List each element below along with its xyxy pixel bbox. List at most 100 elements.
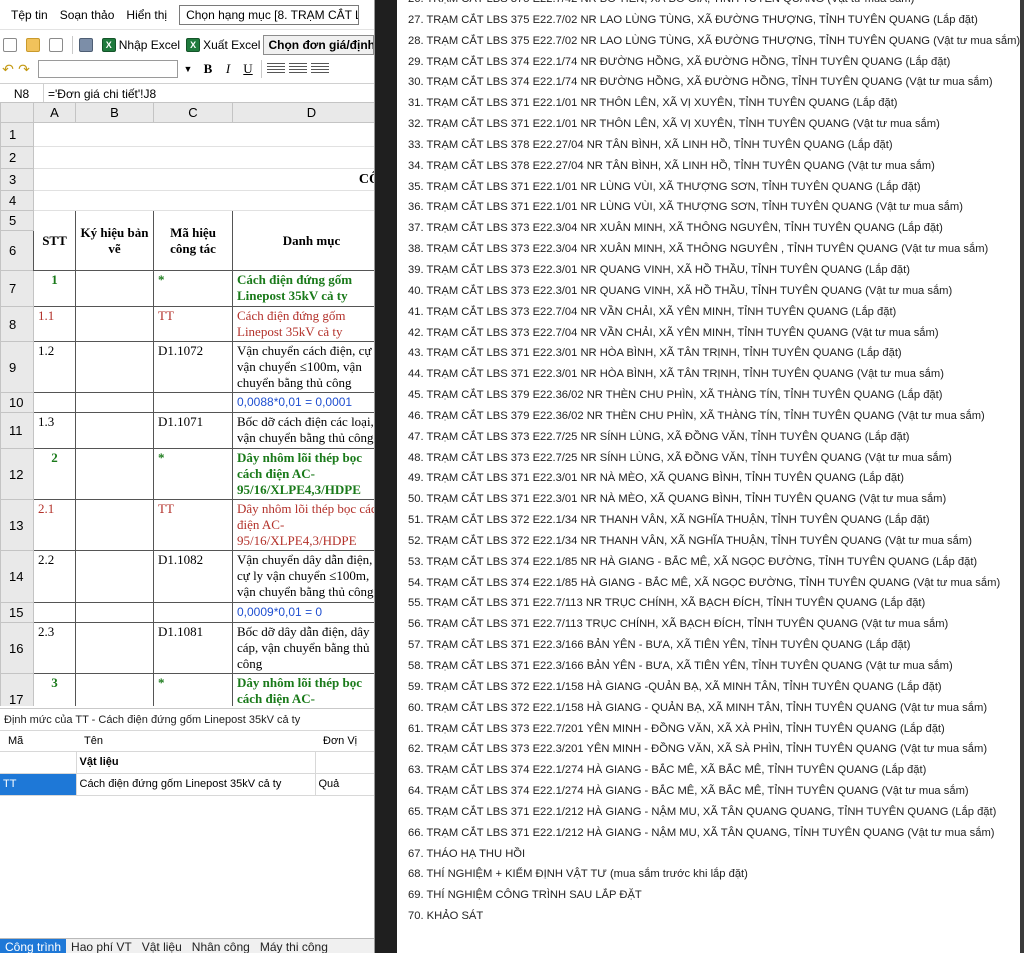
cell-item[interactable]: Bốc dỡ dây dẫn điện, dây cáp, vận chuyển… — [232, 622, 374, 674]
cell-symbol[interactable] — [75, 550, 154, 603]
cell-code[interactable]: TT — [153, 499, 233, 551]
column-header[interactable]: C — [153, 102, 233, 123]
export-excel-button[interactable]: X Xuất Excel — [183, 35, 263, 55]
table-row[interactable]: 15 0,0009*0,01 = 0 — [0, 602, 374, 623]
save-button[interactable] — [46, 35, 69, 55]
table-row[interactable]: 173 *Dây nhôm lõi thép bọc cách điện AC-5… — [0, 673, 374, 706]
tab-hao-phi-vt[interactable]: Hao phí VT — [66, 939, 137, 953]
cell-symbol[interactable] — [75, 499, 154, 551]
tab-nhan-cong[interactable]: Nhân công — [187, 939, 255, 953]
cell-symbol[interactable] — [75, 341, 154, 393]
cell-item[interactable]: 0,0088*0,01 = 0,0001 — [232, 392, 374, 413]
cell-code[interactable]: D1.1072 — [153, 341, 233, 393]
bold-button[interactable]: B — [198, 61, 218, 77]
cell-code[interactable] — [153, 602, 233, 623]
table-row[interactable]: 11 1.3 D1.1071 Bốc dỡ cách điện các loại, v… — [0, 412, 374, 449]
underline-button[interactable]: U — [238, 61, 258, 77]
cell-stt[interactable]: 1 — [33, 270, 76, 307]
column-header-unit[interactable]: Đơn Vị — [315, 731, 374, 752]
cell-code[interactable] — [153, 392, 233, 413]
cell-symbol[interactable] — [75, 270, 154, 307]
table-row[interactable]: TT Cách điện đứng gốm Linepost 35kV cả t… — [0, 773, 374, 796]
row-header[interactable]: 13 — [0, 499, 34, 551]
cell-symbol[interactable] — [75, 602, 154, 623]
header-item[interactable]: Danh mục — [232, 210, 374, 271]
cell-symbol[interactable] — [75, 448, 154, 500]
row-header[interactable]: 12 — [0, 448, 34, 500]
new-button[interactable] — [0, 35, 23, 55]
corner-cell[interactable] — [0, 102, 34, 123]
cell-stt[interactable]: 1.1 — [33, 306, 76, 342]
table-row[interactable]: 10 0,0088*0,01 = 0,0001 — [0, 392, 374, 413]
table-row[interactable]: 12 2 * Dây nhôm lõi thép bọc cách điện AC-9… — [0, 448, 374, 500]
tab-vat-lieu[interactable]: Vật liệu — [137, 939, 187, 953]
header-stt[interactable]: STT — [33, 210, 76, 271]
cell-code[interactable]: D1.1082 — [153, 550, 233, 603]
spreadsheet-grid[interactable]: A B C D 1 2 3CÔN 4H 5 STT Ký hiệu bản vẽ… — [0, 102, 374, 706]
row-header[interactable]: 15 — [0, 602, 34, 623]
column-header-name[interactable]: Tên — [76, 731, 315, 752]
formula-input[interactable]: ='Đơn giá chi tiết'!J8 — [44, 87, 156, 101]
row-header[interactable]: 16 — [0, 622, 34, 674]
cell-code[interactable]: D1.1071 — [153, 412, 233, 449]
row-header[interactable]: 17 — [0, 673, 34, 706]
table-row[interactable]: 8 1.1 TT Cách điện đứng gốm Linepost 35kV c… — [0, 306, 374, 342]
cell-item[interactable]: 0,0009*0,01 = 0 — [232, 602, 374, 623]
import-excel-button[interactable]: X Nhập Excel — [99, 35, 183, 55]
cell-code[interactable]: * — [153, 673, 233, 706]
cell-stt[interactable]: 2.2 — [33, 550, 76, 603]
cell-item[interactable]: Vận chuyển dây dẫn điện, cự ly vận chuyể… — [232, 550, 374, 603]
cell-stt[interactable]: 1.3 — [33, 412, 76, 449]
sheet-subtitle[interactable]: H — [33, 190, 374, 211]
row-header[interactable]: 1 — [0, 122, 34, 147]
cell-code[interactable]: * — [153, 270, 233, 307]
cell-item[interactable]: Dây nhôm lõi thép bọc cách điện AC-95/16… — [232, 499, 374, 551]
row-header[interactable]: 7 — [0, 270, 34, 307]
align-left-icon[interactable] — [267, 63, 285, 75]
menu-view[interactable]: Hiển thị — [120, 0, 173, 30]
cell-code[interactable]: * — [153, 448, 233, 500]
cell-symbol[interactable] — [75, 392, 154, 413]
cell-symbol[interactable] — [75, 412, 154, 449]
undo-icon[interactable]: ↶ — [0, 61, 16, 77]
table-row[interactable]: 14 2.2 D1.1082 Vận chuyển dây dẫn điện, cự … — [0, 550, 374, 603]
cell-item[interactable]: Vận chuyển cách điện, cự ly vận chuyển ≤… — [232, 341, 374, 393]
open-button[interactable] — [23, 35, 46, 55]
sheet-cell[interactable] — [33, 146, 374, 169]
menu-edit[interactable]: Soạn thảo — [54, 0, 121, 30]
header-code[interactable]: Mã hiệu công tác — [153, 210, 233, 271]
cell-item[interactable]: Cách điện đứng gốm Linepost 35kV cả ty — [232, 306, 374, 342]
cell-item[interactable]: Cách điện đứng gốm Linepost 35kV cả ty — [232, 270, 374, 307]
column-header[interactable]: D — [232, 102, 374, 123]
norm-unit[interactable]: Quả — [315, 773, 374, 796]
cell-stt[interactable]: 2 — [33, 448, 76, 500]
table-row[interactable]: 16 2.3 D1.1081 Bốc dỡ dây dẫn điện, dây cáp… — [0, 622, 374, 674]
cell-code[interactable]: D1.1081 — [153, 622, 233, 674]
norm-name[interactable]: Cách điện đứng gốm Linepost 35kV cả ty — [76, 773, 316, 796]
row-header[interactable]: 2 — [0, 146, 34, 169]
row-header[interactable]: 4 — [0, 190, 34, 211]
row-header[interactable]: 3 — [0, 168, 34, 191]
column-header[interactable]: B — [75, 102, 154, 123]
cell-symbol[interactable] — [75, 306, 154, 342]
redo-icon[interactable]: ↷ — [16, 61, 32, 77]
cell-stt[interactable] — [33, 602, 76, 623]
align-right-icon[interactable] — [311, 63, 329, 75]
group-row[interactable]: Vật liệu — [0, 751, 374, 774]
row-header[interactable]: 10 — [0, 392, 34, 413]
cell-symbol[interactable] — [75, 673, 154, 706]
column-header-code[interactable]: Mã — [0, 731, 76, 752]
select-price-button[interactable]: Chọn đơn giá/định mức — [263, 35, 374, 55]
cell-stt[interactable]: 1.2 — [33, 341, 76, 393]
header-symbol[interactable]: Ký hiệu bản vẽ — [75, 210, 154, 271]
align-center-icon[interactable] — [289, 63, 307, 75]
table-row[interactable]: 13 2.1 TT Dây nhôm lõi thép bọc cách điện A… — [0, 499, 374, 551]
chevron-down-icon[interactable]: ▼ — [178, 64, 198, 74]
category-select[interactable]: Chọn hạng mục [8. TRẠM CẮT L...] — [179, 4, 360, 25]
cell-item[interactable]: Bốc dỡ cách điện các loại, vận chuyển bằ… — [232, 412, 374, 449]
tab-may-thi-cong[interactable]: Máy thi công — [255, 939, 333, 953]
cell-stt[interactable] — [33, 392, 76, 413]
menu-file[interactable]: Tệp tin — [0, 0, 54, 30]
italic-button[interactable]: I — [218, 61, 238, 77]
cell-item[interactable]: Dây nhôm lõi thép bọc cách điện AC-95/16… — [232, 448, 374, 500]
